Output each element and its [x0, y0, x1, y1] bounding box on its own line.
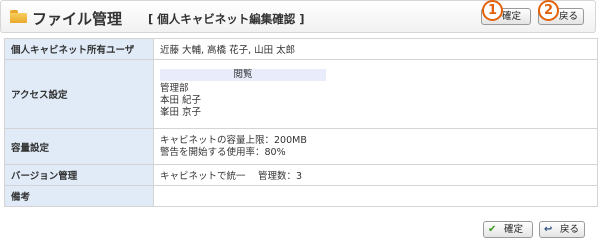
- capacity-warning: 警告を開始する使用率：80%: [160, 146, 286, 158]
- owner-value: 近藤 大輔, 高橋 花子, 山田 太郎: [153, 38, 598, 60]
- table-row-access: アクセス設定 閲覧 管理部 本田 紀子 峯田 京子: [4, 59, 598, 129]
- table-row-owner: 個人キャビネット所有ユーザ 近藤 大輔, 高橋 花子, 山田 太郎: [4, 38, 598, 60]
- annotation-badge-2: 2: [538, 0, 559, 21]
- check-icon: ✔: [488, 224, 497, 235]
- annotation-badge-1: 1: [482, 0, 503, 21]
- folder-icon: [10, 10, 27, 23]
- access-entry: 峯田 京子: [160, 107, 202, 118]
- table-row-note: 備考: [4, 185, 598, 207]
- capacity-value: キャビネットの容量上限：200MB 警告を開始する使用率：80%: [153, 128, 598, 165]
- confirm-button-bottom[interactable]: ✔ 確定: [483, 221, 533, 238]
- capacity-limit: キャビネットの容量上限：200MB: [160, 134, 307, 146]
- page-title: ファイル管理: [32, 10, 123, 28]
- permission-header: 閲覧: [160, 69, 326, 81]
- note-value: [153, 185, 598, 207]
- page-subtitle: [ 個人キャビネット編集確認 ]: [148, 12, 305, 26]
- access-value: 閲覧 管理部 本田 紀子 峯田 京子: [153, 59, 598, 129]
- owner-label: 個人キャビネット所有ユーザ: [4, 38, 154, 60]
- version-value: キャビネットで統一 管理数：3: [153, 164, 598, 186]
- back-arrow-icon: ↩: [544, 224, 553, 235]
- capacity-label: 容量設定: [4, 128, 154, 165]
- access-label: アクセス設定: [4, 59, 154, 129]
- table-row-capacity: 容量設定 キャビネットの容量上限：200MB 警告を開始する使用率：80%: [4, 128, 598, 165]
- note-label: 備考: [4, 185, 154, 207]
- access-entry: 本田 紀子: [160, 95, 202, 106]
- table-row-version: バージョン管理 キャビネットで統一 管理数：3: [4, 164, 598, 186]
- back-button-bottom[interactable]: ↩ 戻る: [539, 221, 585, 238]
- settings-table: 個人キャビネット所有ユーザ 近藤 大輔, 高橋 花子, 山田 太郎 アクセス設定…: [4, 38, 598, 207]
- access-entry: 管理部: [160, 83, 189, 94]
- version-label: バージョン管理: [4, 164, 154, 186]
